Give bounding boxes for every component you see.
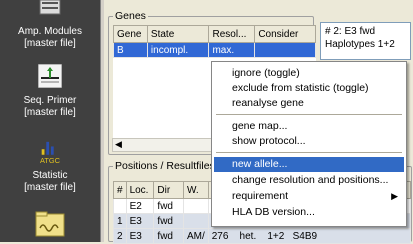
table-row[interactable]: B incompl. max. (113, 42, 316, 58)
statistic-icon: ATGC (40, 141, 61, 164)
context-menu: ignore (toggle) exclude from statistic (… (211, 61, 407, 227)
column-header-state[interactable]: State (146, 25, 210, 43)
menu-separator (216, 114, 402, 115)
menu-item-ignore[interactable]: ignore (toggle) (214, 66, 404, 81)
direction-cell: fwd (153, 228, 184, 244)
consider-cell (254, 42, 316, 58)
svg-text:ATGC: ATGC (40, 156, 61, 164)
direction-cell: fwd (153, 213, 184, 229)
genes-horizontal-scrollbar[interactable]: ◀ (112, 138, 212, 152)
direction-cell: fwd (153, 198, 184, 214)
menu-item-exclude-from-statistic[interactable]: exclude from statistic (toggle) (214, 81, 404, 96)
column-header-location[interactable]: Loc. (125, 181, 155, 199)
sidebar-item-label: Statistic (32, 170, 68, 181)
table-row[interactable]: 2 E3 fwd AM/ 276 het. 1+2 S4B9 (113, 228, 412, 244)
location-cell: E3 (125, 213, 155, 229)
info-line-2: Haplotypes 1+2 (325, 39, 395, 50)
menu-item-requirement[interactable]: requirement ▶ (214, 189, 404, 204)
genes-header-row: Gene State Resol... Consider (113, 25, 316, 43)
location-cell: E3 (125, 228, 155, 244)
amp-modules-icon (39, 0, 61, 15)
column-header-consider[interactable]: Consider (254, 25, 316, 43)
menu-item-hla-db-version[interactable]: HLA DB version... (214, 205, 404, 220)
info-line-1: # 2: E3 fwd (325, 26, 376, 37)
column-header-w[interactable]: W. (182, 181, 209, 199)
extra-cell: 276 het. 1+2 S4B9 (207, 228, 412, 244)
sidebar-item-label: Seq. Primer (23, 95, 77, 106)
state-cell: incompl. (146, 42, 210, 58)
menu-item-new-allele[interactable]: new allele... (214, 157, 404, 172)
sidebar-item-label: Amp. Modules (18, 26, 82, 37)
scroll-left-icon[interactable]: ◀ (115, 139, 122, 150)
menu-item-label: requirement (232, 190, 289, 202)
column-header-number[interactable]: # (113, 181, 127, 199)
menu-item-gene-map[interactable]: gene map... (214, 119, 404, 134)
menu-item-show-protocol[interactable]: show protocol... (214, 134, 404, 149)
w-cell: AM/ (182, 228, 209, 244)
menu-item-change-resolution[interactable]: change resolution and positions... (214, 173, 404, 188)
submenu-arrow-icon: ▶ (391, 191, 398, 201)
sidebar-item-sublabel: [master file] (24, 182, 76, 193)
sidebar-item-sublabel: [master file] (24, 107, 76, 118)
column-header-gene[interactable]: Gene (113, 25, 148, 43)
seq-primer-icon (38, 64, 62, 88)
folder-icon (35, 211, 65, 237)
location-cell: E2 (125, 198, 155, 214)
positions-legend: Positions / Resultfiles (115, 160, 215, 172)
genes-legend: Genes (115, 10, 146, 22)
number-cell: 1 (113, 213, 127, 229)
menu-item-reanalyse-gene[interactable]: reanalyse gene (214, 96, 404, 111)
w-cell (182, 198, 209, 214)
menu-separator (216, 152, 402, 153)
number-cell (113, 198, 127, 214)
column-header-resolution[interactable]: Resol... (208, 25, 256, 43)
selection-info-box: # 2: E3 fwd Haplotypes 1+2 (320, 22, 411, 60)
resolution-cell: max. (208, 42, 256, 58)
genes-table: Gene State Resol... Consider B incompl. … (113, 25, 316, 58)
gene-cell: B (113, 42, 148, 58)
sidebar-item-sublabel: [master file] (24, 38, 76, 49)
sidebar: Amp. Modules [master file] Seq. Primer [… (0, 0, 100, 242)
w-cell (182, 213, 209, 229)
number-cell: 2 (113, 228, 127, 244)
column-header-direction[interactable]: Dir (153, 181, 184, 199)
